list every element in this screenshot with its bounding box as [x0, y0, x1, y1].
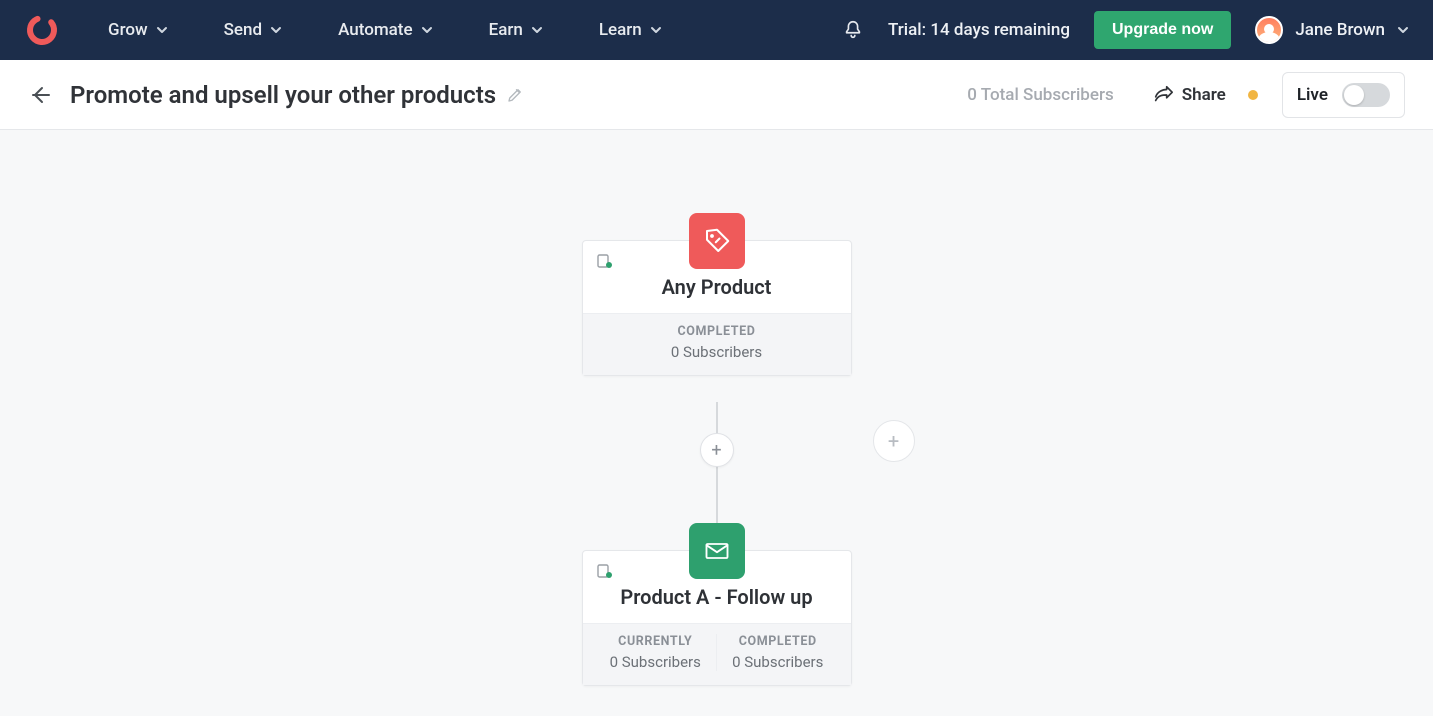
chevron-down-icon — [1397, 24, 1409, 36]
nav-label: Automate — [338, 20, 413, 40]
flow-canvas[interactable]: + Any Product COMPLETED 0 Subscribers + — [0, 130, 1433, 716]
node-status-icon — [597, 253, 613, 269]
share-button[interactable]: Share — [1152, 84, 1226, 106]
chevron-down-icon — [156, 24, 168, 36]
logo-icon[interactable] — [24, 12, 60, 48]
avatar-icon — [1255, 16, 1283, 44]
completed-value: 0 Subscribers — [595, 343, 839, 361]
live-label: Live — [1297, 85, 1328, 105]
email-node[interactable]: Product A - Follow up CURRENTLY 0 Subscr… — [582, 550, 852, 686]
completed-value: 0 Subscribers — [717, 653, 839, 671]
nav-label: Grow — [108, 20, 148, 40]
nav-items: Grow Send Automate Earn Learn — [108, 20, 662, 40]
currently-value: 0 Subscribers — [595, 653, 717, 671]
share-label: Share — [1182, 85, 1226, 105]
total-subscribers: 0 Total Subscribers — [967, 85, 1113, 105]
chevron-down-icon — [421, 24, 433, 36]
status-dot-icon — [1248, 90, 1258, 100]
flow-column: Any Product COMPLETED 0 Subscribers + — [577, 240, 857, 376]
email-metrics: CURRENTLY 0 Subscribers COMPLETED 0 Subs… — [583, 623, 851, 685]
flow-column-2: Product A - Follow up CURRENTLY 0 Subscr… — [577, 550, 857, 686]
top-nav: Grow Send Automate Earn Learn Trial: 14 … — [0, 0, 1433, 60]
completed-label: COMPLETED — [595, 324, 839, 339]
chevron-down-icon — [270, 24, 282, 36]
nav-item-grow[interactable]: Grow — [108, 20, 168, 40]
nav-item-earn[interactable]: Earn — [489, 20, 543, 40]
completed-label: COMPLETED — [717, 634, 839, 649]
add-branch-button[interactable]: + — [873, 420, 915, 462]
pencil-icon[interactable] — [506, 86, 524, 104]
nav-label: Learn — [599, 20, 642, 40]
live-toggle[interactable] — [1342, 83, 1390, 107]
back-arrow-icon[interactable] — [28, 83, 52, 107]
page-title: Promote and upsell your other products — [70, 81, 496, 109]
trial-text: Trial: 14 days remaining — [888, 20, 1070, 40]
trigger-metrics: COMPLETED 0 Subscribers — [583, 313, 851, 375]
user-name: Jane Brown — [1295, 20, 1385, 40]
trigger-title: Any Product — [662, 275, 772, 299]
share-arrow-icon — [1152, 84, 1174, 106]
add-step-button[interactable]: + — [700, 433, 734, 467]
trigger-node[interactable]: Any Product COMPLETED 0 Subscribers — [582, 240, 852, 376]
nav-label: Send — [224, 20, 262, 40]
user-menu[interactable]: Jane Brown — [1255, 16, 1409, 44]
chevron-down-icon — [650, 24, 662, 36]
nav-label: Earn — [489, 20, 523, 40]
nav-item-send[interactable]: Send — [224, 20, 282, 40]
nav-item-automate[interactable]: Automate — [338, 20, 433, 40]
nav-item-learn[interactable]: Learn — [599, 20, 662, 40]
bell-icon[interactable] — [842, 19, 864, 41]
upgrade-button[interactable]: Upgrade now — [1094, 11, 1231, 49]
currently-label: CURRENTLY — [595, 634, 717, 649]
chevron-down-icon — [531, 24, 543, 36]
live-toggle-box: Live — [1282, 72, 1405, 118]
right-nav: Trial: 14 days remaining Upgrade now Jan… — [842, 11, 1409, 49]
sub-header: Promote and upsell your other products 0… — [0, 60, 1433, 130]
email-title: Product A - Follow up — [620, 585, 812, 609]
node-status-icon — [597, 563, 613, 579]
